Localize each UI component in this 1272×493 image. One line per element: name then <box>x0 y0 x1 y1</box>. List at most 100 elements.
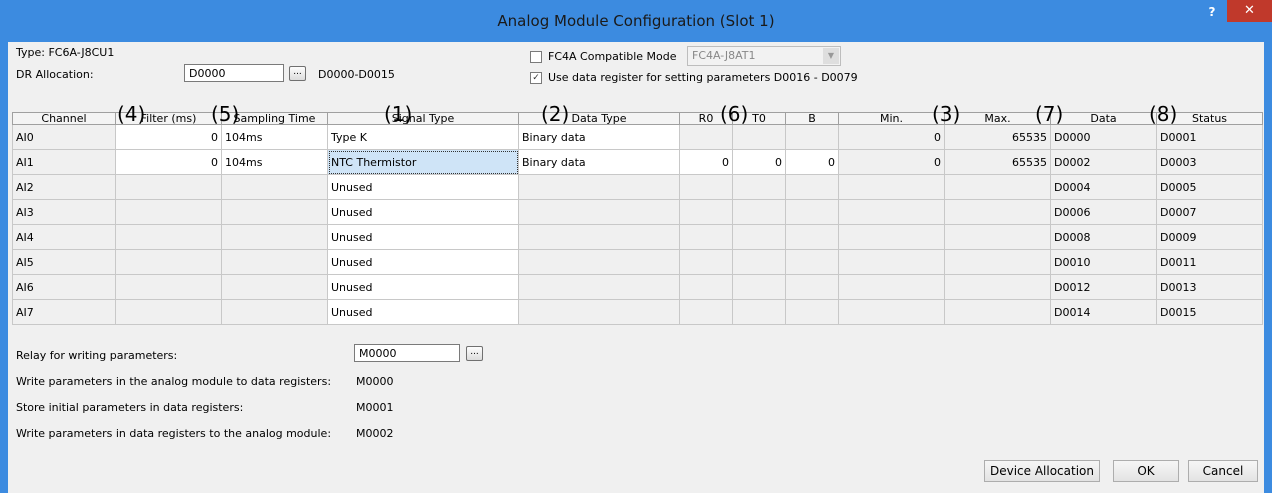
t0-cell <box>732 199 786 225</box>
max-cell <box>944 274 1051 300</box>
dr-allocation-range: D0000-D0015 <box>318 68 395 81</box>
min-cell <box>838 274 945 300</box>
data-cell: D0000 <box>1050 124 1157 150</box>
t0-cell <box>732 249 786 275</box>
b-cell <box>785 199 839 225</box>
fc4a-compatible-checkbox[interactable] <box>530 51 542 63</box>
dr-allocation-label: DR Allocation: <box>16 68 94 81</box>
data-cell: D0012 <box>1050 274 1157 300</box>
col-data[interactable]: Data <box>1050 112 1157 125</box>
b-cell <box>785 274 839 300</box>
sampling-time-cell[interactable]: 104ms <box>221 124 328 150</box>
use-data-register-label: Use data register for setting parameters… <box>548 71 858 84</box>
data-type-cell <box>518 224 680 250</box>
filter-cell[interactable]: 0 <box>115 124 222 150</box>
t0-cell <box>732 224 786 250</box>
cancel-button[interactable]: Cancel <box>1188 460 1258 482</box>
callout-5: (5) <box>211 102 240 126</box>
help-button[interactable]: ? <box>1199 2 1225 22</box>
dialog-body: Type: FC6A-J8CU1 DR Allocation: D0000 ..… <box>8 42 1264 493</box>
r0-cell <box>679 224 733 250</box>
signal-type-cell[interactable]: Type K <box>327 124 519 150</box>
data-cell: D0006 <box>1050 199 1157 225</box>
data-cell: D0004 <box>1050 174 1157 200</box>
max-cell: 65535 <box>944 124 1051 150</box>
relay-browse-button[interactable]: ... <box>466 346 483 361</box>
filter-cell <box>115 249 222 275</box>
callout-1: (1) <box>384 102 413 126</box>
max-cell <box>944 199 1051 225</box>
signal-type-cell[interactable]: Unused <box>327 224 519 250</box>
status-cell: D0015 <box>1156 299 1263 325</box>
signal-type-cell-selected[interactable]: NTC Thermistor <box>327 149 519 175</box>
dr-allocation-browse-button[interactable]: ... <box>289 66 306 81</box>
channel-cell: AI2 <box>12 174 116 200</box>
data-cell: D0002 <box>1050 149 1157 175</box>
max-cell <box>944 249 1051 275</box>
use-data-register-checkbox[interactable]: ✓ <box>530 72 542 84</box>
data-type-cell[interactable]: Binary data <box>518 149 680 175</box>
close-button[interactable]: ✕ <box>1227 0 1272 22</box>
signal-type-cell[interactable]: Unused <box>327 299 519 325</box>
min-cell <box>838 249 945 275</box>
status-cell: D0009 <box>1156 224 1263 250</box>
signal-type-cell[interactable]: Unused <box>327 199 519 225</box>
param-value: M0002 <box>356 427 394 440</box>
signal-type-cell[interactable]: Unused <box>327 174 519 200</box>
b-cell[interactable]: 0 <box>785 149 839 175</box>
table-row: AI1 0 104ms NTC Thermistor Binary data 0… <box>12 149 1263 175</box>
filter-cell <box>115 299 222 325</box>
b-cell <box>785 249 839 275</box>
table-row: AI3 Unused D0006 D0007 <box>12 199 1263 225</box>
col-signal-type[interactable]: Signal Type <box>327 112 519 125</box>
sampling-time-cell <box>221 274 328 300</box>
param-label: Store initial parameters in data registe… <box>16 401 244 414</box>
b-cell <box>785 224 839 250</box>
col-b[interactable]: B <box>785 112 839 125</box>
status-cell: D0003 <box>1156 149 1263 175</box>
t0-cell[interactable]: 0 <box>732 149 786 175</box>
fc4a-model-value: FC4A-J8AT1 <box>692 49 756 62</box>
filter-cell <box>115 199 222 225</box>
channel-cell: AI7 <box>12 299 116 325</box>
channel-cell: AI0 <box>12 124 116 150</box>
signal-type-cell[interactable]: Unused <box>327 249 519 275</box>
data-type-cell[interactable]: Binary data <box>518 124 680 150</box>
table-row: AI0 0 104ms Type K Binary data 0 65535 D… <box>12 124 1263 150</box>
dr-allocation-input[interactable]: D0000 <box>184 64 284 82</box>
device-allocation-button[interactable]: Device Allocation <box>984 460 1100 482</box>
callout-7: (7) <box>1035 102 1064 126</box>
table-row: AI2 Unused D0004 D0005 <box>12 174 1263 200</box>
t0-cell <box>732 124 786 150</box>
b-cell <box>785 124 839 150</box>
fc4a-model-select[interactable]: FC4A-J8AT1 ▼ <box>687 46 841 66</box>
param-label: Write parameters in data registers to th… <box>16 427 332 440</box>
status-cell: D0013 <box>1156 274 1263 300</box>
col-min[interactable]: Min. <box>838 112 945 125</box>
data-type-cell <box>518 274 680 300</box>
b-cell <box>785 299 839 325</box>
relay-input[interactable]: M0000 <box>354 344 460 362</box>
max-cell: 65535 <box>944 149 1051 175</box>
data-cell: D0008 <box>1050 224 1157 250</box>
signal-type-cell[interactable]: Unused <box>327 274 519 300</box>
sampling-time-cell[interactable]: 104ms <box>221 149 328 175</box>
r0-cell <box>679 249 733 275</box>
col-channel[interactable]: Channel <box>12 112 116 125</box>
channel-table: Channel Filter (ms) Sampling Time Signal… <box>12 112 1263 325</box>
module-type-label: Type: FC6A-J8CU1 <box>16 46 115 59</box>
sampling-time-cell <box>221 249 328 275</box>
param-value: M0001 <box>356 401 394 414</box>
param-label: Write parameters in the analog module to… <box>16 375 332 388</box>
t0-cell <box>732 174 786 200</box>
channel-cell: AI6 <box>12 274 116 300</box>
ok-button[interactable]: OK <box>1113 460 1179 482</box>
dialog-window: Analog Module Configuration (Slot 1) ? ✕… <box>0 0 1272 493</box>
table-header-row: Channel Filter (ms) Sampling Time Signal… <box>12 112 1263 125</box>
filter-cell[interactable]: 0 <box>115 149 222 175</box>
r0-cell <box>679 174 733 200</box>
min-cell <box>838 199 945 225</box>
r0-cell[interactable]: 0 <box>679 149 733 175</box>
channel-cell: AI5 <box>12 249 116 275</box>
status-cell: D0005 <box>1156 174 1263 200</box>
